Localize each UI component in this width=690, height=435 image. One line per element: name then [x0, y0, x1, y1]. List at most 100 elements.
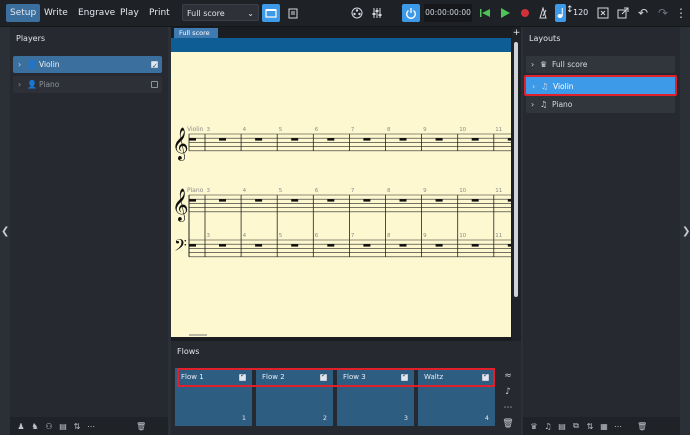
whole-rest [399, 199, 407, 202]
whole-rest [219, 244, 226, 247]
more-icon[interactable]: ⋯ [613, 422, 623, 431]
sort-players-icon[interactable]: ⇅ [72, 422, 82, 431]
bar-number: 5 [279, 233, 283, 239]
bar-number: 10 [459, 127, 466, 133]
flow-checkbox[interactable] [320, 371, 327, 381]
flow-checkbox[interactable] [482, 371, 489, 381]
chevron-down-icon: ⌄ [247, 9, 254, 18]
flow-number: 2 [322, 414, 327, 422]
delete-icon[interactable]: 🗑 [637, 422, 647, 431]
mode-tab-play[interactable]: Play [116, 4, 143, 22]
whole-rest [363, 244, 371, 247]
add-part-icon[interactable]: ♫ [543, 422, 553, 431]
whole-rest [363, 199, 371, 202]
flow-music-icon[interactable]: ♪ [500, 384, 516, 400]
whole-rest [507, 199, 515, 202]
layout-row-piano[interactable]: › ♫ Piano [526, 96, 675, 113]
flow-checkbox[interactable] [401, 371, 408, 381]
bar-number: 7 [351, 127, 355, 133]
player-label: Piano [39, 80, 60, 89]
score-scrollbar[interactable]: + [512, 28, 521, 341]
whole-rest [327, 199, 335, 202]
whole-rest [219, 199, 226, 202]
score-tab[interactable]: Full score [174, 28, 218, 38]
flow-checkbox[interactable] [239, 371, 246, 381]
layout-row-violin[interactable]: › ♫ Violin [524, 75, 677, 96]
rewind-icon[interactable] [476, 4, 494, 22]
whole-rest [363, 138, 371, 141]
flows-title: Flows [177, 347, 200, 356]
part-layout-icon: ♫ [541, 82, 549, 91]
delete-icon[interactable]: 🗑 [136, 422, 146, 431]
player-row-piano[interactable]: › 👤 Piano [13, 76, 162, 93]
redo-icon[interactable]: ↷ [654, 4, 672, 22]
bar-number: 6 [315, 233, 319, 239]
bar-number: 6 [315, 127, 319, 133]
staff-name: Piano [187, 187, 204, 194]
add-from-template-icon[interactable]: ▤ [58, 422, 68, 431]
more-icon[interactable]: ⋯ [86, 422, 96, 431]
mode-tab-engrave[interactable]: Engrave [74, 4, 119, 22]
sort-layouts-icon[interactable]: ⇅ [585, 422, 595, 431]
mixer-icon[interactable] [368, 4, 386, 22]
add-section-player-icon[interactable]: ♞ [30, 422, 40, 431]
mode-tab-print[interactable]: Print [145, 4, 174, 22]
activate-project-icon[interactable] [402, 4, 420, 22]
player-label: Violin [39, 60, 60, 69]
bar-number: 8 [387, 188, 391, 194]
fixed-tempo-icon[interactable] [555, 4, 566, 22]
whole-rest [219, 138, 226, 141]
copy-layout-icon[interactable]: ⧉ [571, 421, 581, 431]
flow-label: Flow 1 [181, 373, 204, 381]
layouts-toolbar: ♛ ♫ ▤ ⧉ ⇅ ▦ ⋯ 🗑 [523, 417, 680, 435]
layout-options-icon[interactable]: ▤ [557, 422, 567, 431]
scrollbar-thumb[interactable] [514, 42, 518, 297]
print-layout-icon[interactable]: ▦ [599, 422, 609, 431]
left-panel-toggle-icon[interactable]: ❮ [1, 226, 9, 237]
play-icon[interactable] [496, 4, 514, 22]
player-checkbox[interactable] [151, 81, 158, 88]
add-layout-icon[interactable]: ♛ [529, 422, 539, 431]
flow-label: Flow 3 [343, 373, 366, 381]
whole-rest [435, 138, 443, 141]
delete-icon[interactable]: 🗑 [500, 416, 516, 432]
mode-tab-write[interactable]: Write [40, 4, 72, 22]
players-toolbar: ♟ ♞ ⚇ ▤ ⇅ ⋯ 🗑 [10, 417, 168, 435]
add-flow-icon[interactable]: ≈ [500, 368, 516, 384]
chevron-right-icon[interactable]: › [18, 76, 21, 93]
chevron-right-icon[interactable]: › [531, 96, 534, 113]
add-ensemble-icon[interactable]: ⚇ [44, 422, 54, 431]
right-panel-toggle-icon[interactable]: ❯ [682, 226, 690, 237]
menu-icon[interactable]: ⋮ [672, 4, 690, 22]
flow-card-4[interactable]: Waltz 4 [418, 368, 495, 426]
video-reel-icon[interactable] [348, 4, 366, 22]
layout-selector[interactable]: Full score ⌄ [182, 4, 259, 21]
bar-number: 5 [279, 188, 283, 194]
player-row-violin[interactable]: › 👤 Violin [13, 56, 162, 75]
metronome-icon[interactable] [534, 4, 552, 22]
galley-view-icon[interactable] [262, 4, 280, 22]
flow-card-2[interactable]: Flow 2 2 [256, 368, 333, 426]
score-page[interactable]: 𝄞 Violin 3 4 5 6 7 8 9 10 11 𝄞 Piano 3 4 5 6 7 8 9 10 11 𝄢 3 4 5 6… [171, 52, 515, 337]
undo-icon[interactable]: ↶ [634, 4, 652, 22]
bar-number: 4 [243, 188, 247, 194]
chevron-right-icon[interactable]: › [531, 56, 534, 73]
full-score-icon: ♛ [540, 60, 548, 69]
bar-number: 4 [243, 127, 247, 133]
more-icon[interactable]: ⋯ [500, 400, 516, 416]
player-checkbox[interactable] [151, 58, 158, 75]
open-external-icon[interactable] [614, 4, 632, 22]
mode-tab-setup[interactable]: Setup [6, 4, 41, 22]
hide-panels-icon[interactable] [594, 4, 612, 22]
page-view-icon[interactable] [284, 4, 302, 22]
chevron-right-icon[interactable]: › [18, 56, 21, 73]
record-icon[interactable] [516, 4, 534, 22]
layout-row-full-score[interactable]: › ♛ Full score [526, 56, 675, 73]
bar-number: 5 [279, 127, 283, 133]
add-tab-icon[interactable]: + [512, 28, 521, 38]
bar-number: 10 [459, 233, 466, 239]
add-solo-player-icon[interactable]: ♟ [16, 422, 26, 431]
flow-card-3[interactable]: Flow 3 3 [337, 368, 414, 426]
chevron-right-icon[interactable]: › [532, 78, 535, 95]
flow-card-1[interactable]: Flow 1 1 [175, 368, 252, 426]
